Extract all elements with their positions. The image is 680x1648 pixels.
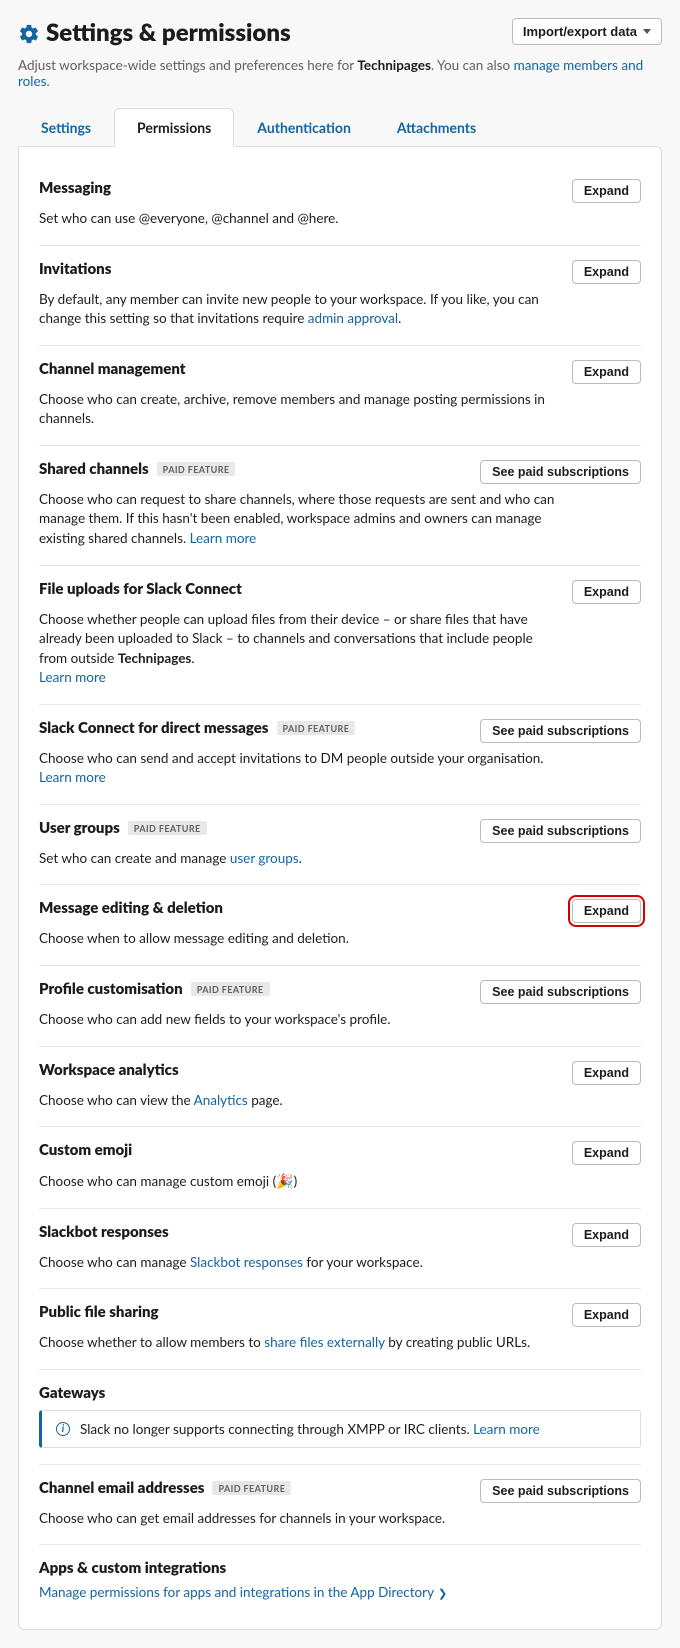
tab-attachments[interactable]: Attachments: [374, 108, 499, 147]
section-user-groups: User groups PAID FEATURE See paid subscr…: [39, 805, 641, 886]
learn-more-link[interactable]: Learn more: [39, 769, 106, 785]
chevron-down-icon: [643, 29, 651, 34]
import-export-button[interactable]: Import/export data: [512, 18, 662, 45]
gateways-info-box: i Slack no longer supports connecting th…: [39, 1410, 641, 1448]
tab-permissions[interactable]: Permissions: [114, 108, 234, 147]
section-desc: Choose whether people can upload files f…: [39, 610, 559, 688]
section-title: File uploads for Slack Connect: [39, 580, 242, 598]
section-desc: Choose who can create, archive, remove m…: [39, 390, 559, 429]
section-title: Profile customisation: [39, 980, 183, 998]
section-desc: Choose who can request to share channels…: [39, 490, 559, 549]
page-subtext: Adjust workspace-wide settings and prefe…: [18, 57, 662, 89]
paid-subscriptions-button[interactable]: See paid subscriptions: [480, 819, 641, 843]
section-channel-email: Channel email addresses PAID FEATURE See…: [39, 1465, 641, 1546]
user-groups-link[interactable]: user groups: [230, 850, 299, 866]
section-desc: Choose whether to allow members to share…: [39, 1333, 559, 1353]
expand-button[interactable]: Expand: [572, 1223, 641, 1247]
analytics-link[interactable]: Analytics: [194, 1092, 248, 1108]
page-title: Settings & permissions: [46, 18, 291, 47]
section-profile-customisation: Profile customisation PAID FEATURE See p…: [39, 966, 641, 1047]
paid-subscriptions-button[interactable]: See paid subscriptions: [480, 1479, 641, 1503]
expand-button[interactable]: Expand: [572, 1061, 641, 1085]
section-title: Channel management: [39, 360, 186, 378]
paid-feature-badge: PAID FEATURE: [128, 821, 207, 835]
paid-feature-badge: PAID FEATURE: [212, 1481, 291, 1495]
section-title: Shared channels: [39, 460, 149, 478]
section-messaging: Messaging Expand Set who can use @everyo…: [39, 165, 641, 246]
section-desc: Choose who can send and accept invitatio…: [39, 749, 559, 788]
paid-feature-badge: PAID FEATURE: [277, 721, 356, 735]
paid-feature-badge: PAID FEATURE: [157, 462, 236, 476]
expand-button[interactable]: Expand: [572, 260, 641, 284]
section-channel-management: Channel management Expand Choose who can…: [39, 346, 641, 446]
share-files-externally-link[interactable]: share files externally: [264, 1334, 385, 1350]
section-desc: Set who can create and manage user group…: [39, 849, 559, 869]
app-directory-link[interactable]: Manage permissions for apps and integrat…: [39, 1584, 447, 1600]
section-custom-emoji: Custom emoji Expand Choose who can manag…: [39, 1127, 641, 1209]
paid-feature-badge: PAID FEATURE: [191, 982, 270, 996]
section-title: Custom emoji: [39, 1141, 132, 1159]
section-desc: By default, any member can invite new pe…: [39, 290, 559, 329]
section-desc: Choose who can manage Slackbot responses…: [39, 1253, 559, 1273]
section-title: Apps & custom integrations: [39, 1559, 226, 1577]
section-workspace-analytics: Workspace analytics Expand Choose who ca…: [39, 1047, 641, 1128]
admin-approval-link[interactable]: admin approval: [308, 310, 398, 326]
import-export-label: Import/export data: [523, 24, 637, 39]
section-gateways: Gateways i Slack no longer supports conn…: [39, 1370, 641, 1465]
learn-more-link[interactable]: Learn more: [39, 669, 106, 685]
section-message-editing: Message editing & deletion Expand Choose…: [39, 885, 641, 966]
paid-subscriptions-button[interactable]: See paid subscriptions: [480, 460, 641, 484]
gear-icon: [18, 23, 38, 43]
section-slack-connect-dm: Slack Connect for direct messages PAID F…: [39, 705, 641, 805]
paid-subscriptions-button[interactable]: See paid subscriptions: [480, 719, 641, 743]
section-desc: Choose who can manage custom emoji (🎉): [39, 1171, 559, 1192]
section-title: Gateways: [39, 1384, 105, 1402]
section-slackbot-responses: Slackbot responses Expand Choose who can…: [39, 1209, 641, 1290]
info-icon: i: [56, 1422, 70, 1436]
section-title: Message editing & deletion: [39, 899, 223, 917]
tab-authentication[interactable]: Authentication: [234, 108, 374, 147]
section-public-file-sharing: Public file sharing Expand Choose whethe…: [39, 1289, 641, 1370]
section-shared-channels: Shared channels PAID FEATURE See paid su…: [39, 446, 641, 566]
section-title: Messaging: [39, 179, 111, 197]
section-invitations: Invitations Expand By default, any membe…: [39, 246, 641, 346]
expand-button[interactable]: Expand: [572, 1303, 641, 1327]
section-desc: Choose who can get email addresses for c…: [39, 1509, 559, 1529]
learn-more-link[interactable]: Learn more: [473, 1421, 540, 1437]
section-desc: Set who can use @everyone, @channel and …: [39, 209, 559, 229]
tab-bar: Settings Permissions Authentication Atta…: [18, 107, 662, 146]
section-title: Workspace analytics: [39, 1061, 179, 1079]
section-title: User groups: [39, 819, 120, 837]
paid-subscriptions-button[interactable]: See paid subscriptions: [480, 980, 641, 1004]
section-title: Invitations: [39, 260, 111, 278]
section-desc: Choose when to allow message editing and…: [39, 929, 559, 949]
section-desc: Manage permissions for apps and integrat…: [39, 1583, 559, 1603]
section-title: Slack Connect for direct messages: [39, 719, 269, 737]
tada-emoji-icon: 🎉: [276, 1172, 293, 1189]
section-title: Slackbot responses: [39, 1223, 169, 1241]
section-title: Channel email addresses: [39, 1479, 204, 1497]
permissions-panel: Messaging Expand Set who can use @everyo…: [18, 146, 662, 1630]
expand-button[interactable]: Expand: [572, 899, 641, 923]
section-file-uploads: File uploads for Slack Connect Expand Ch…: [39, 566, 641, 705]
tab-settings[interactable]: Settings: [18, 108, 114, 147]
slackbot-responses-link[interactable]: Slackbot responses: [190, 1254, 303, 1270]
expand-button[interactable]: Expand: [572, 360, 641, 384]
section-desc: Choose who can view the Analytics page.: [39, 1091, 559, 1111]
section-apps-integrations: Apps & custom integrations Manage permis…: [39, 1545, 641, 1609]
chevron-right-icon: ❯: [438, 1587, 447, 1600]
section-desc: Choose who can add new fields to your wo…: [39, 1010, 559, 1030]
section-title: Public file sharing: [39, 1303, 159, 1321]
expand-button[interactable]: Expand: [572, 179, 641, 203]
expand-button[interactable]: Expand: [572, 580, 641, 604]
expand-button[interactable]: Expand: [572, 1141, 641, 1165]
learn-more-link[interactable]: Learn more: [190, 530, 257, 546]
